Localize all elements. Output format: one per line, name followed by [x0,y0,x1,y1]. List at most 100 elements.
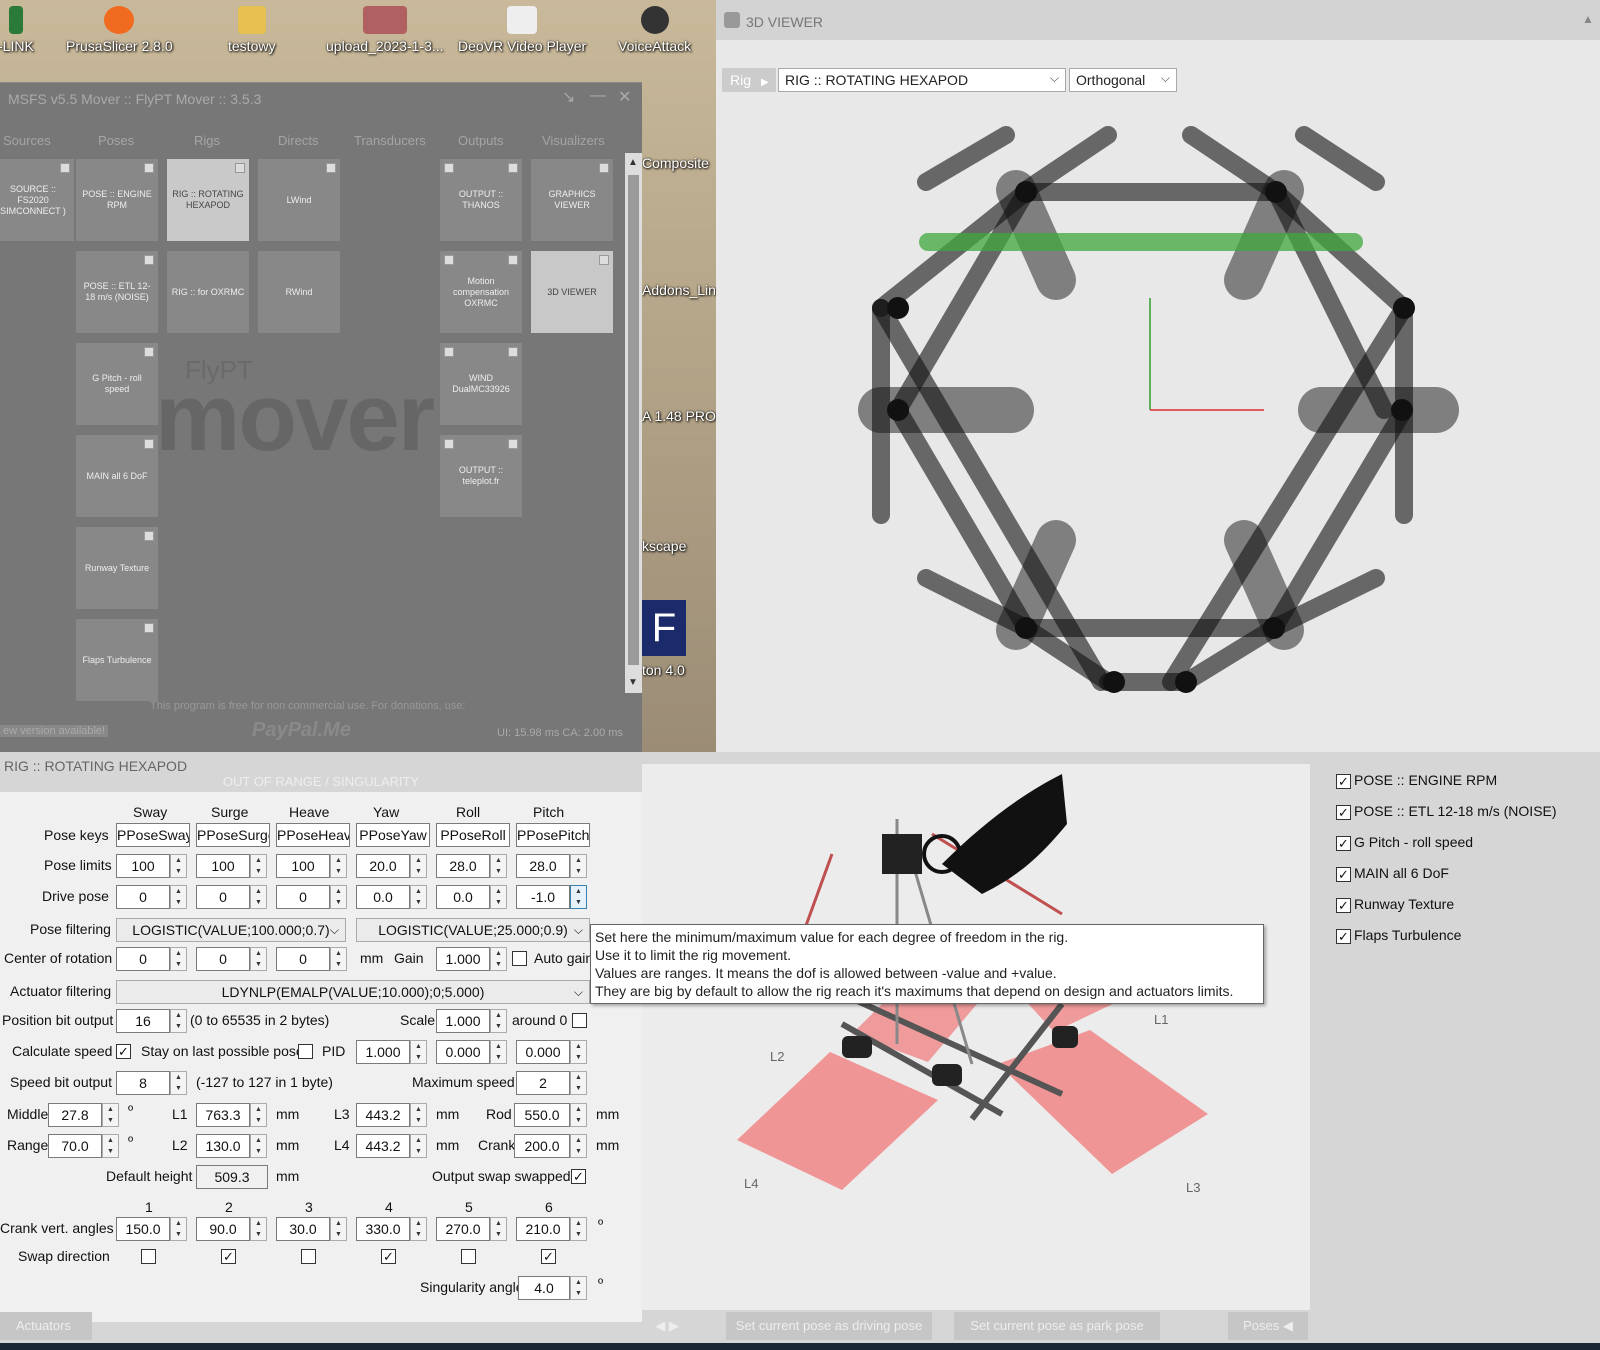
max-speed-input[interactable]: 2 [516,1071,570,1095]
actuator-filter-select[interactable]: LDYNLP(EMALP(VALUE;10.000);0;5.000) ⌵ [116,980,590,1004]
spinner-icon[interactable]: ▲ ▼ [170,1217,187,1241]
calculate-speed-checkbox[interactable]: ✓ [116,1044,131,1059]
spinner-icon[interactable]: ▲ ▼ [490,1217,507,1241]
spinner-icon[interactable]: ▲ ▼ [102,1103,119,1127]
crank-angle-input[interactable]: 210.0 [516,1217,570,1241]
module-card-pose[interactable]: Flaps Turbulence [76,619,158,701]
pose-limit-input[interactable]: 28.0 [436,854,490,878]
module-card-direct[interactable]: RWind [258,251,340,333]
actuators-tab[interactable]: Actuators [0,1312,92,1340]
desktop-icon-testowy[interactable]: testowy [228,6,275,54]
crank-input[interactable]: 200.0 [514,1134,570,1158]
card-checkbox[interactable] [444,439,454,449]
crank-angle-input[interactable]: 270.0 [436,1217,490,1241]
pose-key-input[interactable]: PPoseSurge [196,823,270,847]
swap-direction-checkbox[interactable] [301,1249,316,1264]
spinner-icon[interactable]: ▲ ▼ [250,854,267,878]
swap-direction-checkbox[interactable] [461,1249,476,1264]
pose-limit-input[interactable]: 100 [196,854,250,878]
spinner-icon[interactable]: ▲ ▼ [570,854,587,878]
rig-3d-render[interactable]: L1 L2 L3 L4 [642,764,1310,1310]
l2-input[interactable]: 130.0 [196,1134,250,1158]
stay-pose-checkbox[interactable] [298,1044,313,1059]
card-checkbox[interactable] [444,347,454,357]
crank-angle-input[interactable]: 330.0 [356,1217,410,1241]
drive-pose-input[interactable]: 0.0 [436,885,490,909]
center-input[interactable]: 0 [196,947,250,971]
pose-list-item[interactable]: ✓ Runway Texture [1336,896,1454,913]
pose-checkbox[interactable]: ✓ [1336,866,1351,882]
pid-input[interactable]: 0.000 [436,1040,490,1064]
pose-limit-input[interactable]: 100 [116,854,170,878]
l4-input[interactable]: 443.2 [356,1134,410,1158]
module-card-visualizer[interactable]: 3D VIEWER [531,251,613,333]
card-checkbox[interactable] [144,163,154,173]
minimize-icon[interactable]: — [590,87,606,105]
desktop-icon-inkscape[interactable]: kscape [642,538,686,554]
center-input[interactable]: 0 [116,947,170,971]
pose-checkbox[interactable]: ✓ [1336,804,1351,820]
desktop-icon-upload[interactable]: upload_2023-1-3... [326,6,444,54]
card-checkbox[interactable] [508,255,518,265]
module-card-output[interactable]: WIND DualMC33926 [440,343,522,425]
swap-direction-checkbox[interactable]: ✓ [381,1249,396,1264]
tab-visualizers[interactable]: Visualizers [542,133,605,148]
spinner-icon[interactable]: ▲ ▼ [490,1009,507,1033]
speed-bit-input[interactable]: 8 [116,1071,170,1095]
scroll-down-icon[interactable]: ▼ [628,677,638,688]
swap-direction-checkbox[interactable]: ✓ [221,1249,236,1264]
card-checkbox[interactable] [144,623,154,633]
drive-pose-input[interactable]: 0 [276,885,330,909]
pose-checkbox[interactable]: ✓ [1336,928,1351,944]
card-checkbox[interactable] [508,439,518,449]
pose-limit-input[interactable]: 20.0 [356,854,410,878]
spinner-icon[interactable]: ▲ ▼ [410,885,427,909]
spinner-icon[interactable]: ▲ ▼ [410,1040,427,1064]
module-card-direct[interactable]: LWind [258,159,340,241]
module-card-pose[interactable]: POSE :: ENGINE RPM [76,159,158,241]
pose-key-input[interactable]: PPoseHeave [276,823,350,847]
card-checkbox[interactable] [144,347,154,357]
card-checkbox[interactable] [508,347,518,357]
pose-list-item[interactable]: ✓ MAIN all 6 DoF [1336,865,1449,882]
restore-icon[interactable]: ↘ [562,87,575,107]
pose-key-input[interactable]: PPoseYaw [356,823,430,847]
center-input[interactable]: 0 [276,947,330,971]
spinner-icon[interactable]: ▲ ▼ [330,854,347,878]
spinner-icon[interactable]: ▲ ▼ [490,1040,507,1064]
tab-transducers[interactable]: Transducers [354,133,426,148]
pose-limit-input[interactable]: 100 [276,854,330,878]
scrollbar-thumb[interactable] [628,175,639,665]
around-zero-checkbox[interactable] [572,1013,587,1028]
pose-list-item[interactable]: ✓ POSE :: ENGINE RPM [1336,772,1497,789]
nav-arrows[interactable]: ◀ ▶ [642,1312,692,1340]
l1-input[interactable]: 763.3 [196,1103,250,1127]
gain-input[interactable]: 1.000 [436,947,490,971]
card-checkbox[interactable] [444,163,454,173]
card-checkbox[interactable] [144,439,154,449]
spinner-icon[interactable]: ▲ ▼ [410,1103,427,1127]
desktop-icon-ton[interactable]: ton 4.0 [642,662,685,678]
set-driving-pose-button[interactable]: Set current pose as driving pose [726,1312,932,1340]
desktop-icon-link[interactable]: -LINK [0,6,34,54]
swap-direction-checkbox[interactable]: ✓ [541,1249,556,1264]
arrow-left-icon[interactable]: ◀ [655,1318,665,1333]
spinner-icon[interactable]: ▲ ▼ [102,1134,119,1158]
pid-input[interactable]: 1.000 [356,1040,410,1064]
spinner-icon[interactable]: ▲ ▼ [570,1217,587,1241]
scroll-up-icon[interactable]: ▲ [628,157,638,168]
desktop-icon-composite[interactable]: Composite [642,155,709,171]
spinner-icon[interactable]: ▲ ▼ [250,885,267,909]
spinner-icon[interactable]: ▲ ▼ [330,947,347,971]
new-version-badge[interactable]: ew version available! [0,725,109,737]
pose-list-item[interactable]: ✓ G Pitch - roll speed [1336,834,1473,851]
swap-direction-checkbox[interactable] [141,1249,156,1264]
spinner-icon[interactable]: ▲ ▼ [250,1217,267,1241]
tab-outputs[interactable]: Outputs [458,133,504,148]
middle-input[interactable]: 27.8 [48,1103,102,1127]
pose-key-input[interactable]: PPoseRoll [436,823,510,847]
card-checkbox[interactable] [599,255,609,265]
pose-checkbox[interactable]: ✓ [1336,897,1351,913]
pose-filter-select[interactable]: LOGISTIC(VALUE;25.000;0.9) ⌵ [356,918,590,942]
card-checkbox[interactable] [599,163,609,173]
